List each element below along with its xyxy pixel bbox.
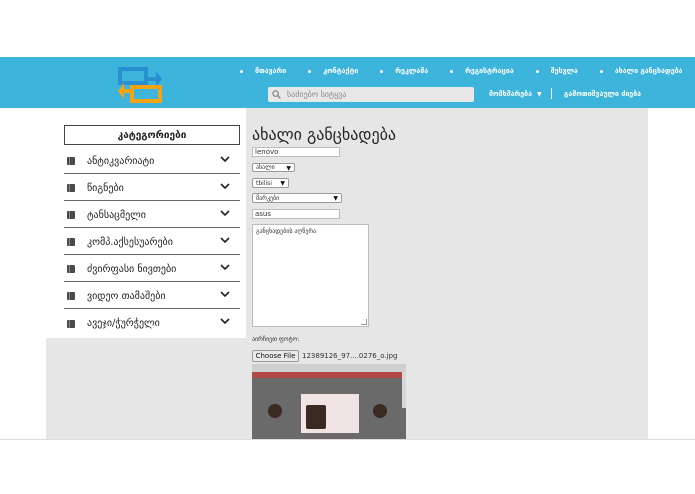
advanced-search-link[interactable]: გამოთიშვაული ძიება xyxy=(564,90,641,98)
book-icon xyxy=(67,211,75,219)
page: მთავარი კონტაქტი რეკლამა რეგისტრაცია შეს… xyxy=(0,0,695,494)
sidebar-item-video-games[interactable]: ვიდეო თამაშები xyxy=(64,284,240,309)
bullet-icon xyxy=(240,69,243,73)
description-placeholder: განცხადების აღწერა xyxy=(256,228,317,235)
sidebar-item-label: ავეჯი/ჭურჭელი xyxy=(87,318,160,329)
preview-left-avatar xyxy=(268,404,282,418)
sidebar-item-clothing[interactable]: ტანსაცმელი xyxy=(64,203,240,228)
bottom-divider xyxy=(0,439,695,440)
chevron-down-icon xyxy=(220,156,230,163)
sidebar-item-label: ძვირფასი ნივთები xyxy=(87,263,177,275)
bullet-icon xyxy=(599,69,603,73)
selected-file-name: 12389126_97....0276_o.jpg xyxy=(302,352,398,360)
book-icon xyxy=(67,319,75,328)
nav-item-advertising[interactable]: რეკლამა xyxy=(380,64,450,78)
nav-item-register[interactable]: რეგისტრაცია xyxy=(450,64,536,78)
preview-portrait xyxy=(306,405,326,429)
preview-scrollbar xyxy=(402,372,406,408)
choose-file-button[interactable]: Choose File xyxy=(252,350,299,362)
resize-handle-icon[interactable] xyxy=(361,319,367,325)
bullet-icon xyxy=(450,69,454,73)
description-textarea[interactable]: განცხადების აღწერა xyxy=(252,224,369,327)
chevron-down-icon xyxy=(220,210,230,217)
bullet-icon xyxy=(380,69,384,73)
brand-select[interactable]: მარკები ▼ xyxy=(252,193,342,203)
book-icon xyxy=(67,184,75,192)
bullet-icon xyxy=(535,69,539,73)
category-title: კატეგორიები xyxy=(64,125,240,145)
nav-item-contact[interactable]: კონტაქტი xyxy=(308,64,380,78)
sidebar-item-label: წიგნები xyxy=(87,182,124,194)
sidebar-item-computer-accessories[interactable]: კომპ.აქსესუარები xyxy=(64,230,240,255)
sidebar-item-label: ანტიკვარიატი xyxy=(87,155,155,167)
brand-select-value: მარკები xyxy=(256,194,280,202)
model-field[interactable]: asus xyxy=(252,209,340,219)
select-arrow-icon: ▼ xyxy=(333,195,338,202)
sidebar-item-label: ვიდეო თამაშები xyxy=(87,290,166,302)
chevron-down-icon xyxy=(220,237,230,244)
caret-down-icon: ▼ xyxy=(536,90,542,98)
site-logo[interactable] xyxy=(118,67,162,103)
item-name-field[interactable]: lenovo xyxy=(252,147,340,157)
photo-preview-image xyxy=(252,364,406,439)
header-bar: მთავარი კონტაქტი რეკლამა რეგისტრაცია შეს… xyxy=(0,57,695,108)
condition-select-value: ახალი xyxy=(256,164,275,171)
nav-divider xyxy=(551,88,552,99)
nav-item-new-ad[interactable]: ახალი განცხადება xyxy=(599,64,695,78)
bullet-icon xyxy=(308,69,312,73)
book-icon xyxy=(67,157,75,165)
book-icon xyxy=(67,238,75,246)
preview-topbar xyxy=(252,364,406,372)
user-dropdown[interactable]: მომხმარება ▼ xyxy=(489,90,542,98)
category-sidebar: კატეგორიები ანტიკვარიატი წიგნები ტანსაცმ… xyxy=(46,108,246,338)
nav-item-login[interactable]: შესვლა xyxy=(535,64,600,78)
sidebar-item-furniture[interactable]: ავეჯი/ჭურჭელი xyxy=(64,311,240,336)
chevron-down-icon xyxy=(220,318,230,325)
search-input[interactable]: საძიებო სიტყვა xyxy=(268,87,474,102)
preview-right-avatar xyxy=(373,404,387,418)
nav-item-home[interactable]: მთავარი xyxy=(240,64,308,78)
sidebar-item-label: ტანსაცმელი xyxy=(87,209,146,221)
book-icon xyxy=(67,292,75,300)
chevron-down-icon xyxy=(220,291,230,298)
preview-redbar xyxy=(252,372,406,378)
city-select-value: tbilisi xyxy=(256,179,272,187)
sidebar-item-antiques[interactable]: ანტიკვარიატი xyxy=(64,149,240,174)
chevron-down-icon xyxy=(220,264,230,271)
chevron-down-icon xyxy=(220,183,230,190)
photo-label: აირჩიეთ ფოტო: xyxy=(252,336,300,343)
search-icon xyxy=(272,90,281,99)
sidebar-item-books[interactable]: წიგნები xyxy=(64,176,240,201)
condition-select[interactable]: ახალი ▼ xyxy=(252,163,295,172)
sidebar-item-valuables[interactable]: ძვირფასი ნივთები xyxy=(64,257,240,282)
search-placeholder: საძიებო სიტყვა xyxy=(287,90,347,99)
select-arrow-icon: ▼ xyxy=(286,165,291,172)
page-title: ახალი განცხადება xyxy=(252,125,397,144)
sidebar-item-label: კომპ.აქსესუარები xyxy=(87,236,173,248)
select-arrow-icon: ▼ xyxy=(280,180,285,187)
book-icon xyxy=(67,265,75,273)
user-dropdown-label: მომხმარება xyxy=(489,90,532,98)
city-select[interactable]: tbilisi ▼ xyxy=(252,178,289,188)
top-nav: მთავარი კონტაქტი რეკლამა რეგისტრაცია შეს… xyxy=(240,64,695,78)
